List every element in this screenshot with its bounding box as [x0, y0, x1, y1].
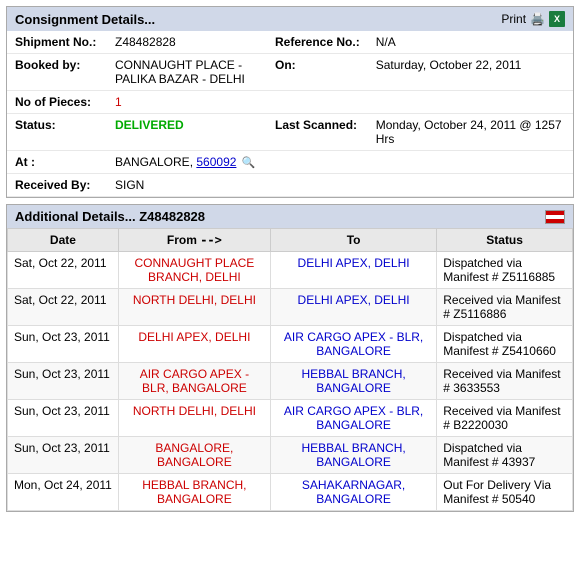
from-cell: DELHI APEX, DELHI — [118, 326, 270, 363]
shipment-value: Z48482828 — [107, 31, 267, 54]
col-from: From --> — [118, 229, 270, 252]
additional-title: Additional Details... Z48482828 — [15, 209, 205, 224]
table-row: Sun, Oct 23, 2011NORTH DELHI, DELHIAIR C… — [8, 400, 573, 437]
on-value: Saturday, October 22, 2011 — [368, 54, 573, 91]
from-cell: AIR CARGO APEX - BLR, BANGALORE — [118, 363, 270, 400]
on-label: On: — [267, 54, 368, 91]
table-row: Sun, Oct 23, 2011BANGALORE, BANGALOREHEB… — [8, 437, 573, 474]
status-cell: Received via Manifest # Z5116886 — [437, 289, 573, 326]
consignment-header: Consignment Details... Print 🖨️ X — [7, 7, 573, 31]
search-icon: 🔍 — [242, 157, 256, 169]
at-row: At : BANGALORE, 560092 🔍 — [7, 151, 573, 174]
received-row: Received By: SIGN — [7, 174, 573, 197]
print-label: Print — [501, 12, 526, 26]
status-cell: Dispatched via Manifest # 43937 — [437, 437, 573, 474]
from-cell: NORTH DELHI, DELHI — [118, 289, 270, 326]
to-cell: DELHI APEX, DELHI — [270, 252, 436, 289]
last-scanned-value: Monday, October 24, 2011 @ 1257 Hrs — [368, 114, 573, 151]
date-cell: Sun, Oct 23, 2011 — [8, 400, 119, 437]
col-to: To — [270, 229, 436, 252]
date-cell: Sat, Oct 22, 2011 — [8, 252, 119, 289]
table-row: Sat, Oct 22, 2011NORTH DELHI, DELHIDELHI… — [8, 289, 573, 326]
from-cell: HEBBAL BRANCH, BANGALORE — [118, 474, 270, 511]
at-label: At : — [7, 151, 107, 174]
booked-label: Booked by: — [7, 54, 107, 91]
print-icon[interactable]: 🖨️ — [530, 12, 545, 26]
reference-label: Reference No.: — [267, 31, 368, 54]
received-label: Received By: — [7, 174, 107, 197]
table-row: Mon, Oct 24, 2011HEBBAL BRANCH, BANGALOR… — [8, 474, 573, 511]
status-row: Status: DELIVERED Last Scanned: Monday, … — [7, 114, 573, 151]
status-cell: Received via Manifest # 3633553 — [437, 363, 573, 400]
date-cell: Mon, Oct 24, 2011 — [8, 474, 119, 511]
status-label: Status: — [7, 114, 107, 151]
table-row: Sat, Oct 22, 2011CONNAUGHT PLACE BRANCH,… — [8, 252, 573, 289]
to-cell: HEBBAL BRANCH, BANGALORE — [270, 363, 436, 400]
shipment-label: Shipment No.: — [7, 31, 107, 54]
from-cell: NORTH DELHI, DELHI — [118, 400, 270, 437]
reference-value: N/A — [368, 31, 573, 54]
date-cell: Sun, Oct 23, 2011 — [8, 437, 119, 474]
received-value: SIGN — [107, 174, 267, 197]
to-cell: AIR CARGO APEX - BLR, BANGALORE — [270, 326, 436, 363]
consignment-table: Shipment No.: Z48482828 Reference No.: N… — [7, 31, 573, 197]
pin-link[interactable]: 560092 — [196, 155, 236, 169]
table-row: Sun, Oct 23, 2011DELHI APEX, DELHIAIR CA… — [8, 326, 573, 363]
status-cell: Received via Manifest # B2220030 — [437, 400, 573, 437]
pieces-label: No of Pieces: — [7, 91, 107, 114]
to-cell: DELHI APEX, DELHI — [270, 289, 436, 326]
date-cell: Sun, Oct 23, 2011 — [8, 326, 119, 363]
shipment-row: Shipment No.: Z48482828 Reference No.: N… — [7, 31, 573, 54]
consignment-section: Consignment Details... Print 🖨️ X Shipme… — [6, 6, 574, 198]
tracking-header-row: Date From --> To Status — [8, 229, 573, 252]
to-cell: AIR CARGO APEX - BLR, BANGALORE — [270, 400, 436, 437]
booked-row: Booked by: CONNAUGHT PLACE - PALIKA BAZA… — [7, 54, 573, 91]
pieces-row: No of Pieces: 1 — [7, 91, 573, 114]
pieces-value: 1 — [107, 91, 267, 114]
status-cell: Out For Delivery Via Manifest # 50540 — [437, 474, 573, 511]
from-cell: BANGALORE, BANGALORE — [118, 437, 270, 474]
to-cell: SAHAKARNAGAR, BANGALORE — [270, 474, 436, 511]
date-cell: Sun, Oct 23, 2011 — [8, 363, 119, 400]
status-value: DELIVERED — [107, 114, 267, 151]
date-cell: Sat, Oct 22, 2011 — [8, 289, 119, 326]
from-cell: CONNAUGHT PLACE BRANCH, DELHI — [118, 252, 270, 289]
consignment-title: Consignment Details... — [15, 12, 155, 27]
at-value: BANGALORE, 560092 🔍 — [107, 151, 267, 174]
last-scanned-label: Last Scanned: — [267, 114, 368, 151]
additional-header: Additional Details... Z48482828 — [7, 205, 573, 228]
col-status: Status — [437, 229, 573, 252]
tracking-table: Date From --> To Status Sat, Oct 22, 201… — [7, 228, 573, 511]
additional-section: Additional Details... Z48482828 Date Fro… — [6, 204, 574, 512]
flag-icon — [545, 210, 565, 224]
excel-icon[interactable]: X — [549, 11, 565, 27]
to-cell: HEBBAL BRANCH, BANGALORE — [270, 437, 436, 474]
booked-value: CONNAUGHT PLACE - PALIKA BAZAR - DELHI — [107, 54, 267, 91]
table-row: Sun, Oct 23, 2011AIR CARGO APEX - BLR, B… — [8, 363, 573, 400]
col-date: Date — [8, 229, 119, 252]
status-cell: Dispatched via Manifest # Z5116885 — [437, 252, 573, 289]
print-area: Print 🖨️ X — [501, 11, 565, 27]
status-cell: Dispatched via Manifest # Z5410660 — [437, 326, 573, 363]
